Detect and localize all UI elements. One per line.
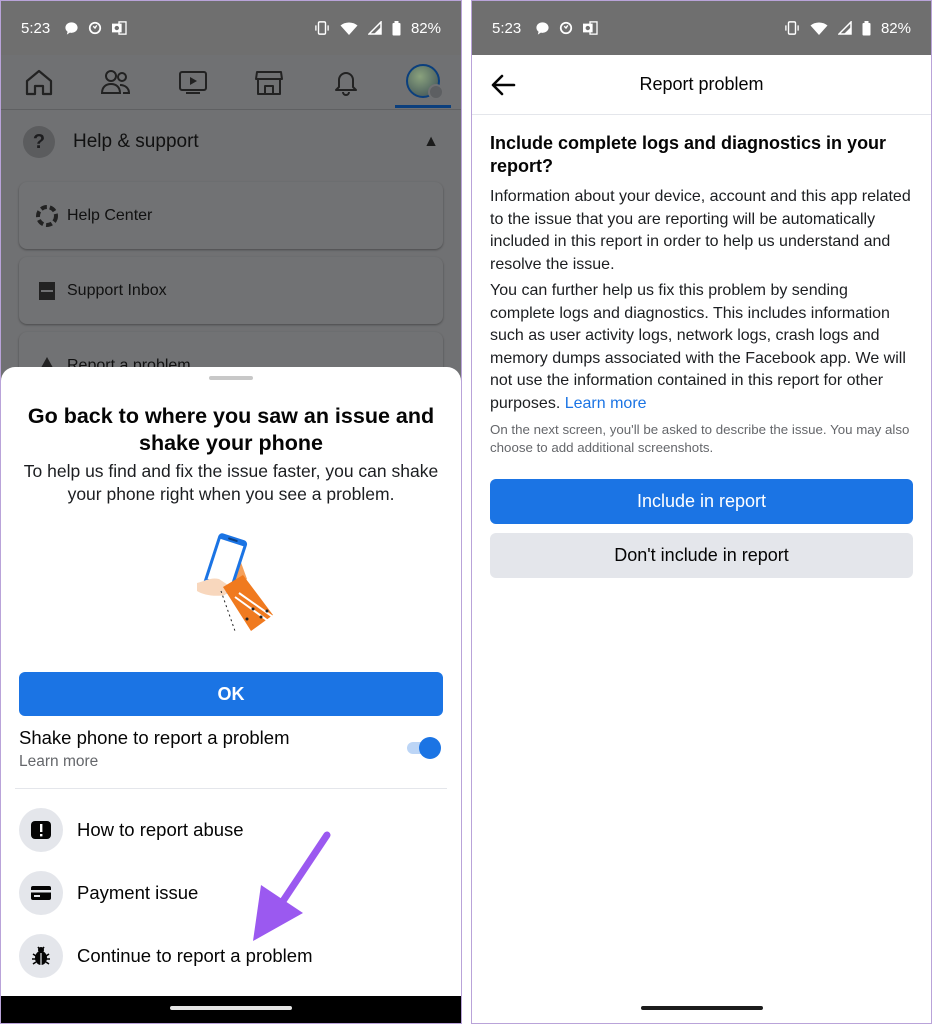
status-time: 5:23 (21, 19, 51, 37)
chat-bubble-icon (65, 21, 78, 35)
support-inbox-label: Support Inbox (67, 281, 167, 299)
battery-percent: 82% (880, 19, 911, 37)
shake-bottom-sheet: Go back to where you saw an issue and sh… (1, 367, 461, 996)
wifi-icon (340, 22, 358, 35)
continue-report-option[interactable]: Continue to report a problem (19, 933, 443, 979)
annotation-arrow-icon (253, 831, 331, 941)
sheet-description: To help us find and fix the issue faster… (23, 461, 439, 504)
ok-button[interactable]: OK (19, 672, 443, 716)
signal-icon (367, 21, 382, 35)
bell-icon (334, 72, 357, 96)
toggle-knob (419, 737, 441, 759)
wifi-icon (810, 22, 828, 35)
battery-icon (862, 20, 871, 35)
help-center-label: Help Center (67, 206, 153, 224)
menu-badge-icon (427, 83, 444, 100)
shake-toggle-label: Shake phone to report a problem (19, 727, 290, 748)
vibrate-icon (315, 21, 329, 35)
tab-menu[interactable] (394, 56, 451, 108)
tab-home[interactable] (11, 60, 67, 104)
sync-icon (560, 21, 573, 35)
logs-heading: Include complete logs and diagnostics in… (490, 133, 887, 176)
vibrate-icon (785, 21, 799, 35)
chat-bubble-icon (536, 21, 549, 35)
bug-icon-wrap (19, 934, 63, 978)
sheet-divider (15, 788, 447, 789)
video-icon (178, 71, 207, 94)
system-icons: 82% (784, 20, 911, 37)
status-bar: 5:23 82% (472, 1, 931, 55)
alert-icon-wrap (19, 808, 63, 852)
shake-learn-more-link[interactable]: Learn more (19, 753, 98, 771)
payment-issue-label: Payment issue (77, 882, 199, 903)
status-time: 5:23 (492, 19, 522, 37)
sync-icon (89, 21, 102, 35)
lifebuoy-icon (36, 204, 58, 227)
report-abuse-option[interactable]: How to report abuse (19, 807, 443, 853)
help-center-item[interactable]: Help Center (19, 182, 443, 249)
chevron-up-icon: ▲ (423, 133, 439, 150)
bug-icon (32, 946, 50, 965)
tab-marketplace[interactable] (241, 60, 297, 104)
system-nav-bar (1, 996, 461, 1023)
system-nav-bar (472, 996, 931, 1023)
diagnostics-text: You can further help us fix this problem… (490, 282, 906, 412)
continue-report-label: Continue to report a problem (77, 945, 313, 966)
home-icon (26, 69, 53, 96)
outlook-icon (112, 21, 127, 35)
support-inbox-item[interactable]: Support Inbox (19, 257, 443, 324)
report-problem-header: Report problem (472, 55, 931, 115)
sheet-title: Go back to where you saw an issue and sh… (27, 404, 435, 455)
friends-icon (100, 70, 130, 94)
sheet-drag-handle[interactable] (209, 376, 253, 380)
alert-icon (31, 821, 51, 839)
shake-phone-illustration (197, 533, 274, 632)
left-screenshot: 5:23 82% ? Help & support ▲ Help Center … (0, 0, 462, 1024)
home-gesture-pill[interactable] (170, 1006, 292, 1010)
battery-percent: 82% (410, 19, 441, 37)
profile-avatar (405, 63, 444, 100)
marketplace-icon (255, 71, 284, 95)
right-screenshot: 5:23 82% Report problem Include complete… (471, 0, 932, 1024)
signal-icon (837, 21, 852, 35)
home-gesture-pill[interactable] (640, 1006, 763, 1010)
facebook-tab-bar (1, 55, 461, 110)
help-support-title: Help & support (73, 131, 199, 152)
next-screen-note: On the next screen, you'll be asked to d… (490, 422, 910, 455)
credit-card-icon (31, 886, 51, 900)
report-abuse-label: How to report abuse (77, 819, 244, 840)
payment-issue-option[interactable]: Payment issue (19, 870, 443, 916)
notification-icons (64, 21, 127, 36)
shake-toggle-switch[interactable] (405, 736, 441, 760)
info-paragraph: Information about your device, account a… (490, 188, 911, 273)
dont-include-button[interactable]: Don't include in report (490, 533, 913, 578)
question-icon: ? (23, 126, 55, 158)
help-support-header[interactable]: ? Help & support ▲ (1, 110, 461, 174)
tab-watch[interactable] (165, 60, 221, 104)
inbox-icon (39, 281, 55, 300)
tab-notifications[interactable] (318, 60, 374, 104)
card-icon-wrap (19, 871, 63, 915)
system-icons: 82% (314, 20, 441, 37)
outlook-icon (583, 21, 598, 35)
diagnostics-paragraph: You can further help us fix this problem… (490, 280, 915, 415)
learn-more-link[interactable]: Learn more (565, 395, 647, 412)
notification-icons (535, 21, 598, 36)
battery-icon (392, 20, 401, 35)
include-in-report-button[interactable]: Include in report (490, 479, 913, 524)
status-bar: 5:23 82% (1, 1, 461, 55)
tab-friends[interactable] (88, 60, 144, 104)
page-title: Report problem (639, 74, 764, 94)
